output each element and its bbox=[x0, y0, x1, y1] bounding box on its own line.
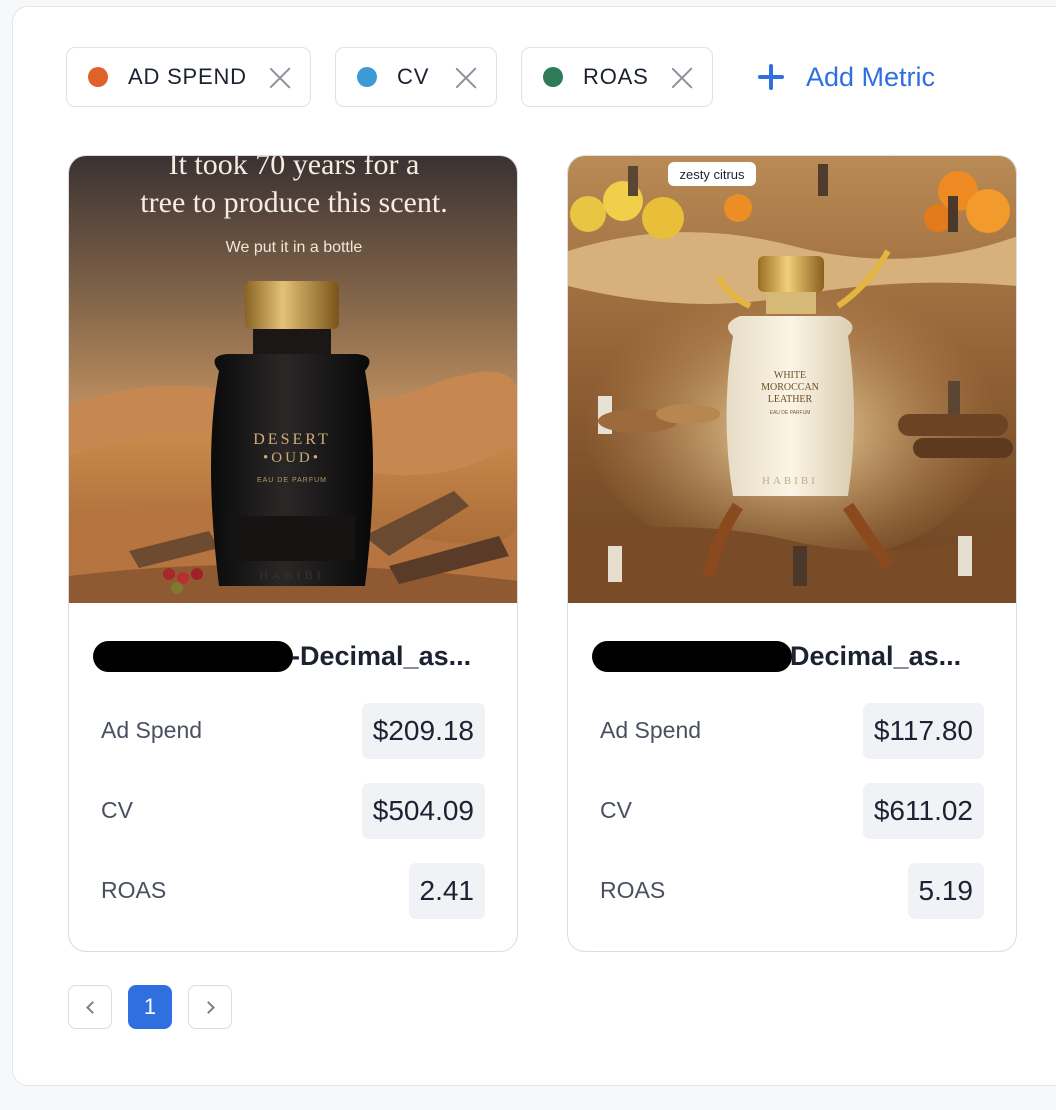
metric-row-cv: CV $504.09 bbox=[101, 783, 485, 839]
metric-value: $611.02 bbox=[862, 783, 984, 839]
creative-card[interactable]: DESERT •OUD• EAU DE PARFUM HABIBI It too… bbox=[68, 155, 518, 952]
creative-title-text: -Decimal_as... bbox=[291, 640, 472, 671]
metric-chip-label: ROAS bbox=[583, 64, 649, 89]
cv-color-dot bbox=[357, 67, 377, 87]
metric-chip-ad-spend[interactable]: AD SPEND bbox=[66, 47, 311, 107]
bottle-name: LEATHER bbox=[768, 394, 813, 405]
redaction-bar bbox=[592, 640, 792, 672]
bottle-sub: EAU DE PARFUM bbox=[257, 477, 327, 484]
metric-value: $117.80 bbox=[862, 703, 984, 759]
metric-value: $209.18 bbox=[361, 703, 485, 759]
metric-chip-roas[interactable]: ROAS bbox=[521, 47, 713, 107]
metric-label: ROAS bbox=[101, 877, 167, 903]
metric-chip-label: CV bbox=[397, 64, 430, 89]
bottle-name: WHITE bbox=[774, 370, 806, 381]
redaction-bar bbox=[93, 640, 293, 672]
add-metric-label: Add Metric bbox=[806, 61, 936, 92]
next-page-button[interactable] bbox=[188, 985, 232, 1029]
metric-label: Ad Spend bbox=[101, 717, 203, 743]
bottle-name: MOROCCAN bbox=[761, 382, 819, 393]
remove-icon[interactable] bbox=[268, 66, 292, 90]
bottle-name: DESERT bbox=[253, 431, 330, 448]
ad-spend-color-dot bbox=[88, 67, 108, 87]
metric-label: Ad Spend bbox=[600, 717, 702, 743]
metric-label: CV bbox=[101, 797, 133, 823]
metric-row-roas: ROAS 2.41 bbox=[101, 863, 485, 919]
page-button-current[interactable]: 1 bbox=[128, 985, 172, 1029]
ad-headline: It took 70 years for a bbox=[169, 156, 420, 181]
prev-page-button[interactable] bbox=[68, 985, 112, 1029]
chevron-left-icon bbox=[85, 1000, 99, 1014]
creative-image: WHITE MOROCCAN LEATHER EAU DE PARFUM HAB… bbox=[568, 156, 1016, 603]
bottle-brand: HABIBI bbox=[259, 568, 324, 582]
creative-title: Decimal_as... bbox=[592, 638, 992, 674]
metric-chip-cv[interactable]: CV bbox=[335, 47, 497, 107]
bottle-sub: EAU DE PARFUM bbox=[770, 410, 811, 416]
metric-value: 2.41 bbox=[408, 863, 485, 919]
metric-label: ROAS bbox=[600, 877, 666, 903]
add-metric-button[interactable]: Add Metric bbox=[758, 56, 935, 98]
creative-title-text: Decimal_as... bbox=[790, 640, 962, 671]
metric-row-cv: CV $611.02 bbox=[600, 783, 984, 839]
ad-headline: tree to produce this scent. bbox=[140, 186, 447, 219]
creative-title: -Decimal_as... bbox=[93, 638, 493, 674]
metric-label: CV bbox=[600, 797, 632, 823]
remove-icon[interactable] bbox=[454, 66, 478, 90]
metric-row-ad-spend: Ad Spend $209.18 bbox=[101, 703, 485, 759]
image-tag: zesty citrus bbox=[679, 167, 745, 182]
metric-chip-label: AD SPEND bbox=[128, 64, 247, 89]
creative-card[interactable]: WHITE MOROCCAN LEATHER EAU DE PARFUM HAB… bbox=[567, 155, 1017, 952]
remove-icon[interactable] bbox=[670, 66, 694, 90]
bottle-brand: HABIBI bbox=[762, 475, 818, 487]
chevron-right-icon bbox=[201, 1000, 215, 1014]
bottle-name: •OUD• bbox=[263, 450, 321, 466]
metric-value: 5.19 bbox=[907, 863, 984, 919]
roas-color-dot bbox=[543, 67, 563, 87]
metric-row-ad-spend: Ad Spend $117.80 bbox=[600, 703, 984, 759]
metric-row-roas: ROAS 5.19 bbox=[600, 863, 984, 919]
metric-value: $504.09 bbox=[361, 783, 485, 839]
ad-subline: We put it in a bottle bbox=[226, 239, 363, 256]
creative-image: DESERT •OUD• EAU DE PARFUM HABIBI It too… bbox=[69, 156, 517, 603]
plus-icon bbox=[758, 64, 784, 90]
